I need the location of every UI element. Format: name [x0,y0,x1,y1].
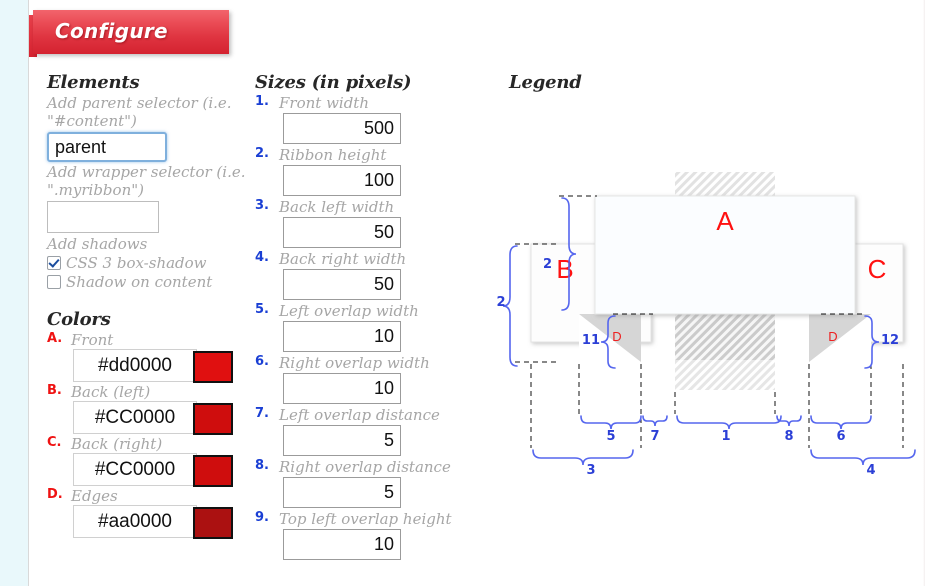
add-shadows-label: Add shadows [47,235,148,253]
color-label-front: Front [71,331,114,349]
parent-selector-input[interactable] [47,132,167,162]
color-input-front[interactable] [73,349,197,382]
panel-c-letter: C [868,254,887,284]
measure-label-back-right-width: 4 [866,463,875,476]
size-row-5: 5. Left overlap width [255,302,485,352]
color-input-back-left[interactable] [73,401,197,434]
size-input-ribbon-height[interactable] [283,165,401,196]
size-input-top-left-overlap-height[interactable] [283,529,401,560]
color-input-edges[interactable] [73,505,197,538]
checkbox-css3-box-shadow[interactable] [47,256,61,270]
size-num-1: 1. [255,94,269,109]
size-input-front-width[interactable] [283,113,401,144]
measure-label-left-overlap-distance: 7 [650,429,659,444]
color-row-edges: D. Edges [47,487,247,539]
measure-label-left-overlap-width: 5 [606,429,615,444]
color-swatch-front[interactable] [193,351,233,383]
color-label-back-left: Back (left) [71,383,151,401]
wrapper-selector-input[interactable] [47,201,159,233]
wrapper-selector-label: Add wrapper selector (i.e. ".myribbon") [47,163,246,199]
panel-a-front: A [594,195,856,315]
size-label-1: Front width [279,94,369,112]
size-label-7: Left overlap distance [279,406,440,424]
color-key-front: A. [47,331,63,346]
size-num-6: 6. [255,354,269,369]
legend-diagram: D D A B C 2 2 11 12 5 7 1 8 6 3 4 [481,96,925,476]
size-label-2: Ribbon height [279,146,387,164]
checkbox-label-css3-box-shadow: CSS 3 box-shadow [66,254,207,272]
panel-b-letter: B [556,254,573,284]
parent-selector-label: Add parent selector (i.e. "#content") [47,94,232,130]
checkbox-shadow-on-content[interactable] [47,275,61,289]
size-label-6: Right overlap width [279,354,430,372]
size-num-3: 3. [255,198,269,213]
size-row-6: 6. Right overlap width [255,354,485,404]
color-input-back-right[interactable] [73,453,197,486]
size-input-back-right-width[interactable] [283,269,401,300]
color-label-edges: Edges [71,487,118,505]
measure-label-right-overlap-distance: 8 [784,429,793,444]
checkbox-label-shadow-on-content: Shadow on content [66,273,213,291]
legend-heading: Legend [509,72,582,93]
size-label-3: Back left width [279,198,395,216]
legend-column: Legend D D A B C 2 2 11 12 5 7 1 8 6 3 4 [481,72,925,476]
size-label-5: Left overlap width [279,302,419,320]
colors-heading: Colors [47,309,111,330]
sizes-heading: Sizes (in pixels) [255,72,412,93]
measure-label-ribbon-height-front: 2 [543,257,552,272]
sizes-column: Sizes (in pixels) 1. Front width 2. Ribb… [255,72,485,562]
elements-column: Elements Add parent selector (i.e. "#con… [47,72,247,539]
size-row-2: 2. Ribbon height [255,146,485,196]
svg-text:D: D [612,329,621,344]
color-key-back-right: C. [47,435,62,450]
color-swatch-back-right[interactable] [193,455,233,487]
size-label-8: Right overlap distance [279,458,451,476]
size-row-1: 1. Front width [255,94,485,144]
checkbox-row-shadow-on-content[interactable]: Shadow on content [47,273,247,291]
size-num-4: 4. [255,250,269,265]
ribbon-banner: Configure [33,10,229,54]
edge-d-right: D [809,314,871,362]
size-input-left-overlap-distance[interactable] [283,425,401,456]
color-row-back-right: C. Back (right) [47,435,247,487]
svg-text:A: A [716,206,734,236]
elements-heading: Elements [47,72,140,93]
page-title: Configure [55,19,168,43]
color-row-back-left: B. Back (left) [47,383,247,435]
checkbox-row-css3-box-shadow[interactable]: CSS 3 box-shadow [47,254,247,272]
size-row-3: 3. Back left width [255,198,485,248]
size-num-9: 9. [255,510,269,525]
measure-label-ribbon-height-back: 2 [496,295,505,310]
color-key-back-left: B. [47,383,62,398]
size-label-9: Top left overlap height [279,510,452,528]
size-row-4: 4. Back right width [255,250,485,300]
size-input-right-overlap-width[interactable] [283,373,401,404]
size-label-4: Back right width [279,250,407,268]
legend-diagram-svg: D D A B C 2 2 11 12 5 7 1 8 6 3 4 [496,172,916,476]
color-label-back-right: Back (right) [71,435,163,453]
size-num-7: 7. [255,406,269,421]
svg-text:D: D [828,329,837,344]
measure-label-front-width: 1 [721,429,730,444]
size-row-7: 7. Left overlap distance [255,406,485,456]
color-swatch-back-left[interactable] [193,403,233,435]
measure-label-top-left-overlap: 11 [582,333,600,348]
size-input-right-overlap-distance[interactable] [283,477,401,508]
color-key-edges: D. [47,487,63,502]
measure-label-right-overlap-width: 6 [836,429,845,444]
size-row-8: 8. Right overlap distance [255,458,485,508]
size-input-left-overlap-width[interactable] [283,321,401,352]
measure-label-top-right-overlap: 12 [881,333,899,348]
color-swatch-edges[interactable] [193,507,233,539]
content-shadow-top [675,172,775,196]
page-content: Configure Elements Add parent selector (… [28,0,925,586]
size-num-2: 2. [255,146,269,161]
size-num-8: 8. [255,458,269,473]
size-row-9: 9. Top left overlap height [255,510,485,560]
size-num-5: 5. [255,302,269,317]
measure-label-back-left-width: 3 [586,463,595,476]
size-input-back-left-width[interactable] [283,217,401,248]
color-row-front: A. Front [47,331,247,383]
